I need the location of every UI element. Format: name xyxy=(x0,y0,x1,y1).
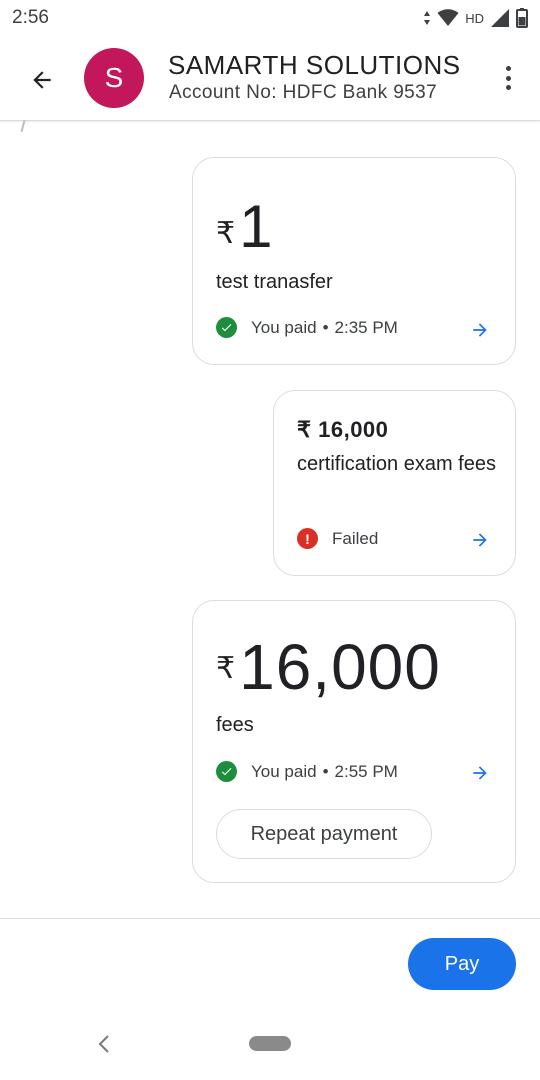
transaction-card[interactable]: ₹ 16,000 certification exam fees ! Faile… xyxy=(273,390,516,576)
payment-note: fees xyxy=(216,714,254,736)
status-bar: 2:56 HD xyxy=(0,0,540,36)
battery-icon xyxy=(516,8,528,28)
status-icons: HD xyxy=(423,8,528,28)
payment-time: 2:35 PM xyxy=(334,317,398,337)
wifi-icon xyxy=(437,9,459,26)
amount: ₹ 1 xyxy=(216,194,272,260)
back-button[interactable] xyxy=(22,60,62,100)
payment-note: test tranasfer xyxy=(216,271,333,293)
status-text: You paid xyxy=(251,317,317,337)
details-link[interactable] xyxy=(469,762,491,784)
transaction-card[interactable]: ₹ 1 test tranasfer You paid • 2:35 PM xyxy=(192,157,516,365)
arrow-forward-icon xyxy=(473,533,487,547)
account-number: Account No: HDFC Bank 9537 xyxy=(169,82,438,103)
error-icon: ! xyxy=(297,528,318,549)
payment-status: ! Failed xyxy=(297,528,378,549)
network-type-label: HD xyxy=(465,10,484,26)
app-bar: S SAMARTH SOLUTIONS Account No: HDFC Ban… xyxy=(0,36,540,121)
status-time: 2:56 xyxy=(12,7,49,28)
transaction-card[interactable]: ₹ 16,000 fees You paid • 2:55 PM Repeat … xyxy=(192,600,516,883)
arrow-forward-icon xyxy=(473,323,487,337)
status-text: You paid xyxy=(251,761,317,781)
currency-symbol: ₹ xyxy=(216,217,236,250)
amount-value: 16,000 xyxy=(239,631,441,703)
payment-time: 2:55 PM xyxy=(334,761,398,781)
check-circle-icon xyxy=(216,317,237,338)
more-vert-icon xyxy=(505,66,511,71)
arrow-back-icon xyxy=(33,71,51,89)
repeat-payment-button[interactable]: Repeat payment xyxy=(216,809,432,859)
amount-value: ₹ 16,000 xyxy=(297,417,389,442)
scroll-indicator xyxy=(20,119,26,133)
amount: ₹ 16,000 xyxy=(216,635,441,699)
more-options-button[interactable] xyxy=(498,62,518,94)
data-arrows-icon xyxy=(424,11,431,25)
payment-status: You paid • 2:35 PM xyxy=(216,317,398,338)
payment-note: certification exam fees xyxy=(297,453,496,475)
arrow-forward-icon xyxy=(473,766,487,780)
signal-icon xyxy=(491,9,509,27)
separator-dot: • xyxy=(322,761,329,781)
avatar[interactable]: S xyxy=(84,48,144,108)
status-text: Failed xyxy=(332,528,379,548)
pay-button[interactable]: Pay xyxy=(408,938,516,990)
details-link[interactable] xyxy=(469,529,491,551)
nav-back-button[interactable] xyxy=(94,1032,114,1056)
payment-status: You paid • 2:55 PM xyxy=(216,761,398,782)
amount-value: 1 xyxy=(239,193,273,260)
divider xyxy=(0,918,540,919)
check-circle-icon xyxy=(216,761,237,782)
contact-name[interactable]: SAMARTH SOLUTIONS xyxy=(168,50,461,81)
chevron-left-icon xyxy=(98,1035,109,1053)
currency-symbol: ₹ xyxy=(216,652,236,685)
nav-home-pill[interactable] xyxy=(249,1036,291,1051)
details-link[interactable] xyxy=(469,319,491,341)
separator-dot: • xyxy=(322,317,329,337)
